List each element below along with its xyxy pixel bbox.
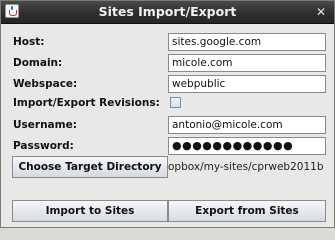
webspace-field[interactable]: webpublic	[168, 75, 326, 93]
target-directory-value: opbox/my-sites/cprweb2011b	[168, 161, 324, 173]
webspace-label: Webspace:	[13, 78, 78, 90]
host-label: Host:	[13, 36, 45, 48]
target-directory-path: opbox/my-sites/cprweb2011b	[168, 156, 326, 178]
export-from-sites-button[interactable]: Export from Sites	[168, 200, 326, 222]
window-title: Sites Import/Export	[98, 4, 237, 19]
domain-field[interactable]: micole.com	[168, 54, 326, 72]
choose-target-directory-button[interactable]: Choose Target Directory	[12, 156, 168, 178]
domain-label: Domain:	[13, 57, 63, 69]
username-label: Username:	[13, 119, 77, 131]
password-field[interactable]: ●●●●●●●●●●●●	[168, 137, 326, 155]
username-field[interactable]: antonio@micole.com	[168, 116, 326, 134]
title-bar[interactable]: Sites Import/Export ✕	[1, 1, 334, 24]
import-to-sites-button[interactable]: Import to Sites	[12, 200, 168, 222]
close-icon[interactable]: ✕	[314, 5, 328, 19]
host-field[interactable]: sites.google.com	[168, 33, 326, 51]
sites-import-export-window: Sites Import/Export ✕ Host: sites.google…	[0, 0, 335, 228]
revisions-label: Import/Export Revisions:	[13, 97, 160, 109]
revisions-checkbox[interactable]	[170, 97, 181, 108]
password-label: Password:	[13, 140, 74, 152]
